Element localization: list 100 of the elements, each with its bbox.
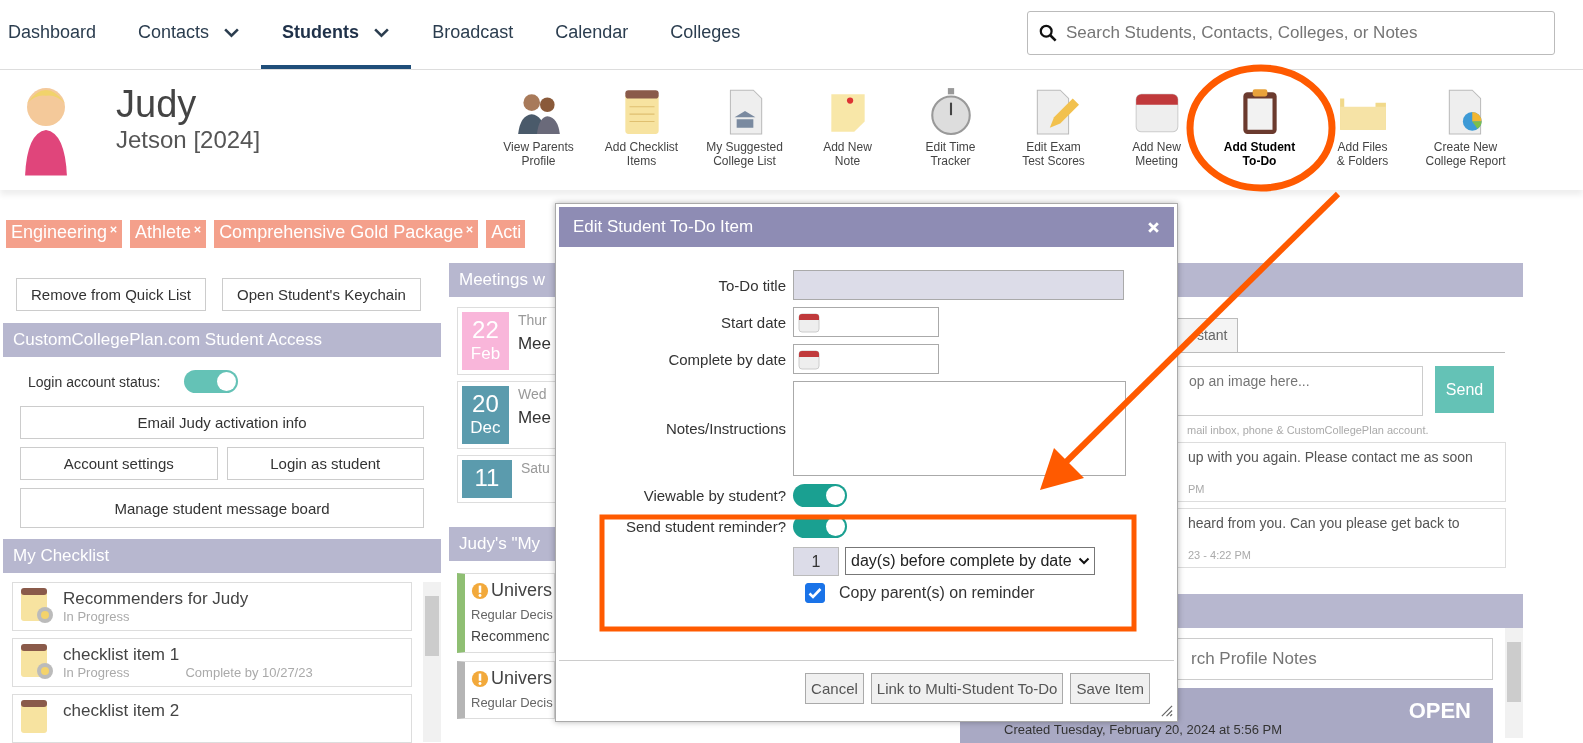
field-label: Notes/Instructions bbox=[664, 420, 786, 437]
checklist-title: checklist item 2 bbox=[63, 701, 180, 721]
action-button[interactable]: Account settings bbox=[20, 447, 218, 480]
toolbar-link[interactable]: Create New College Report bbox=[1425, 140, 1506, 168]
checklist-item[interactable]: checklist item 1 In Progress Complete by 10/27/23 bbox=[12, 638, 412, 687]
meeting-weekday: Satu bbox=[521, 460, 550, 476]
toolbar-link[interactable]: Add Student To-Do bbox=[1223, 140, 1296, 168]
hint-text: mail inbox, phone & CustomCollegePlan account. bbox=[1186, 423, 1430, 436]
checklist-title: checklist item 1 bbox=[63, 645, 181, 665]
notes-field[interactable] bbox=[793, 381, 1126, 476]
toolbar-link[interactable]: View Parents Profile bbox=[503, 140, 574, 168]
due-date: Complete by 10/27/23 bbox=[185, 665, 313, 680]
count-field[interactable]: 1 bbox=[793, 547, 839, 576]
checklist-item[interactable]: Recommenders for Judy In Progress bbox=[12, 582, 412, 631]
section-header: My Checklist bbox=[3, 539, 441, 573]
warning-icon bbox=[471, 581, 489, 600]
meeting-weekday: Thur bbox=[517, 312, 548, 328]
meeting-title: Mee bbox=[517, 334, 551, 354]
dialog-button[interactable]: Link to Multi-Student To-Do bbox=[870, 673, 1064, 704]
close-icon[interactable] bbox=[1147, 220, 1160, 234]
checkbox-label: Copy parent(s) on reminder bbox=[839, 584, 1035, 602]
search-icon bbox=[1039, 24, 1057, 42]
chevron-down-icon bbox=[223, 27, 241, 38]
nav-tab[interactable]: Calendar bbox=[534, 0, 650, 69]
action-button[interactable]: Manage student message board bbox=[20, 488, 424, 528]
dialog-title: Edit Student To-Do Item bbox=[573, 217, 754, 237]
checklist-title: Recommenders for Judy bbox=[63, 589, 249, 609]
message-text: heard from you. Can you please get back to bbox=[1188, 515, 1461, 531]
section-header: Judy's "My bbox=[449, 527, 555, 561]
login-status-label: Login account status: bbox=[28, 373, 161, 390]
field-label: Complete by date bbox=[667, 350, 786, 368]
calendar-icon[interactable] bbox=[797, 347, 821, 371]
unit-dropdown[interactable]: day(s) before complete by date bbox=[845, 547, 1095, 575]
scrollbar[interactable] bbox=[1505, 628, 1523, 738]
decision-type: Regular Decis bbox=[471, 607, 554, 622]
chevron-down-icon bbox=[373, 27, 391, 38]
field-label: Start date bbox=[719, 313, 786, 331]
action-button[interactable]: Remove from Quick List bbox=[16, 278, 207, 311]
remove-icon[interactable] bbox=[109, 225, 119, 234]
resize-grip-icon[interactable] bbox=[1160, 704, 1173, 717]
date-day: 22 bbox=[472, 316, 499, 344]
message-time: PM bbox=[1188, 483, 1206, 495]
date-month: Feb bbox=[470, 344, 501, 364]
action-button[interactable]: Email Judy activation info bbox=[20, 406, 424, 439]
tag: Athlete bbox=[130, 220, 207, 248]
student-last-name: Jetson [2024] bbox=[116, 126, 261, 154]
dialog-button[interactable]: Save Item bbox=[1070, 673, 1150, 704]
field-label: Send student reminder? bbox=[624, 517, 786, 535]
college-name: Univers bbox=[491, 668, 552, 689]
status-label: OPEN bbox=[1408, 698, 1471, 724]
message-time: 23 - 4:22 PM bbox=[1188, 549, 1252, 561]
warning-icon bbox=[471, 669, 489, 688]
checkbox[interactable] bbox=[805, 583, 825, 603]
toolbar-link[interactable]: Add New Meeting bbox=[1132, 140, 1181, 168]
toolbar-link[interactable]: Add Checklist Items bbox=[604, 140, 679, 168]
tag: Comprehensive Gold Package bbox=[214, 220, 479, 248]
date-day: 20 bbox=[472, 390, 499, 418]
toolbar-link[interactable]: Add New Note bbox=[823, 140, 872, 168]
dialog-button[interactable]: Cancel bbox=[805, 673, 864, 704]
tag: Acti bbox=[486, 220, 526, 248]
chevron-down-icon bbox=[1077, 557, 1090, 565]
search-field[interactable]: Search Students, Contacts, Colleges, or Notes bbox=[1027, 11, 1555, 55]
college-name: Univers bbox=[491, 580, 552, 601]
nav-tab[interactable]: Colleges bbox=[649, 0, 762, 69]
toolbar-link[interactable]: Edit Time Tracker bbox=[925, 140, 976, 168]
date-day: 11 bbox=[474, 464, 500, 492]
nav-tab[interactable]: Contacts bbox=[117, 0, 262, 69]
note-created-date: Created Tuesday, February 20, 2024 at 5:56 PM bbox=[1004, 722, 1282, 737]
meeting-weekday: Wed bbox=[517, 386, 548, 402]
date-month: Dec bbox=[470, 418, 501, 438]
toggle-switch[interactable] bbox=[793, 483, 847, 507]
toolbar-link[interactable]: My Suggested College List bbox=[706, 140, 783, 168]
title-field[interactable] bbox=[793, 270, 1124, 300]
date-field[interactable] bbox=[793, 307, 939, 337]
section-header: Meetings w bbox=[449, 263, 555, 297]
remove-icon[interactable] bbox=[465, 225, 475, 234]
action-button[interactable]: Open Student's Keychain bbox=[222, 278, 421, 311]
nav-tab[interactable]: Broadcast bbox=[411, 0, 535, 69]
field-label: To-Do title bbox=[717, 276, 786, 294]
remove-icon[interactable] bbox=[193, 225, 203, 234]
checklist-status: In Progress bbox=[63, 609, 130, 624]
student-first-name: Judy bbox=[116, 82, 198, 126]
decision-type: Regular Decis bbox=[471, 695, 554, 710]
tag: Engineering bbox=[6, 220, 123, 248]
nav-tab[interactable]: Dashboard bbox=[0, 0, 118, 69]
checklist-status: In Progress bbox=[63, 665, 130, 680]
calendar-icon[interactable] bbox=[797, 310, 821, 334]
college-note: Recommenc bbox=[471, 628, 551, 644]
meeting-title: Mee bbox=[517, 408, 551, 428]
toggle-switch[interactable] bbox=[184, 370, 239, 393]
action-button[interactable]: Login as student bbox=[226, 447, 424, 480]
message-text: up with you again. Please contact me as soon bbox=[1188, 449, 1474, 465]
toolbar-link[interactable]: Add Files & Folders bbox=[1336, 140, 1389, 168]
toolbar-link[interactable]: Edit Exam Test Scores bbox=[1022, 140, 1085, 168]
nav-tab[interactable]: Students bbox=[261, 0, 412, 69]
checklist-item[interactable]: checklist item 2 bbox=[12, 694, 412, 743]
field-label: Viewable by student? bbox=[642, 486, 786, 504]
date-field[interactable] bbox=[793, 344, 939, 374]
scrollbar[interactable] bbox=[423, 582, 441, 742]
section-header: CustomCollegePlan.com Student Access bbox=[3, 323, 441, 357]
